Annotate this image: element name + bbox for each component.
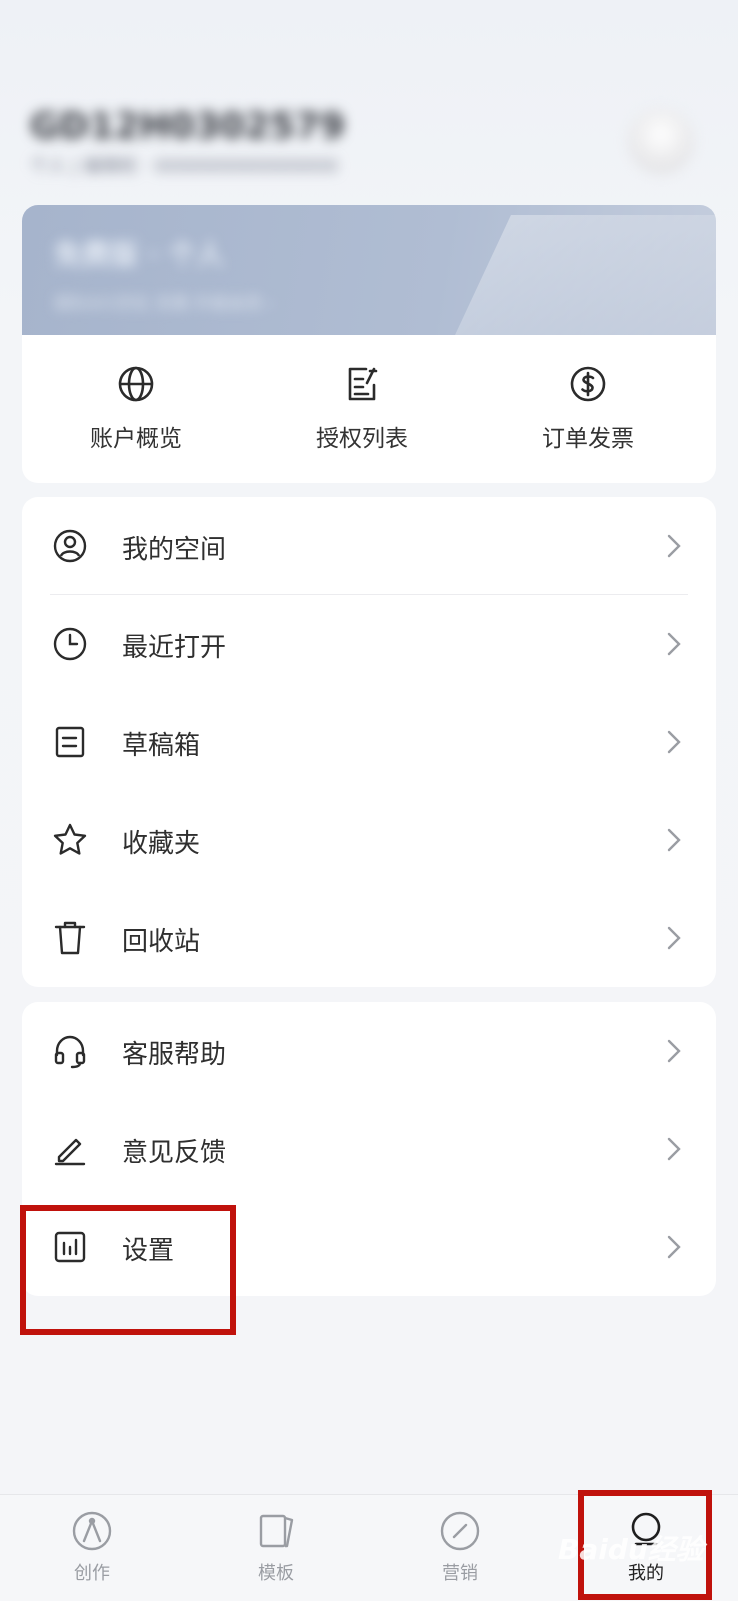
tab-label: 模板 [258, 1563, 294, 1584]
menu-item-recycle-bin[interactable]: 回收站 [22, 889, 716, 987]
quick-actions-card: 账户概览 授权列表 订单发票 [22, 335, 716, 483]
tab-marketing[interactable]: 营销 [400, 1509, 520, 1585]
menu-item-label: 意见反馈 [122, 1138, 227, 1168]
create-icon [72, 1511, 112, 1551]
quick-action-account-overview[interactable]: 账户概览 [46, 363, 226, 463]
menu-item-label: 草稿箱 [122, 731, 201, 761]
pencil-icon [54, 1138, 86, 1166]
clock-icon [53, 627, 87, 661]
menu-card-main: 我的空间 最近打开 草稿箱 收藏夹 回收站 [22, 497, 716, 987]
settings-highlight-box [20, 1205, 236, 1335]
plan-title: 免费版 · 个人 [54, 238, 225, 271]
headset-icon [54, 1035, 86, 1069]
chevron-right-icon [667, 828, 681, 852]
username[interactable]: GD12H0302579 [30, 106, 345, 147]
tab-label: 营销 [442, 1563, 478, 1584]
chevron-right-icon [667, 1039, 681, 1063]
star-icon [53, 823, 87, 855]
menu-item-label: 收藏夹 [122, 829, 201, 859]
menu-item-my-space[interactable]: 我的空间 [22, 497, 716, 595]
menu-item-label: 最近打开 [122, 633, 227, 663]
tab-label: 创作 [74, 1563, 110, 1584]
baidu-watermark: Baidu经验 [558, 1533, 704, 1566]
menu-item-label: 客服帮助 [122, 1040, 227, 1070]
quick-action-label: 账户概览 [90, 426, 182, 452]
chevron-right-icon [667, 1235, 681, 1259]
marketing-icon [440, 1511, 480, 1551]
dollar-circle-icon [570, 366, 606, 402]
menu-item-drafts[interactable]: 草稿箱 [22, 693, 716, 791]
menu-item-favorites[interactable]: 收藏夹 [22, 791, 716, 889]
quick-action-orders-invoices[interactable]: 订单发票 [498, 363, 678, 463]
quick-action-label: 授权列表 [316, 426, 408, 452]
chevron-right-icon [667, 632, 681, 656]
template-icon [259, 1514, 294, 1548]
tab-templates[interactable]: 模板 [216, 1509, 336, 1585]
user-circle-icon [53, 529, 87, 563]
chevron-right-icon [667, 926, 681, 950]
status-bar [0, 0, 738, 80]
plan-banner[interactable]: 免费版 · 个人 团队0/1空位 无限 升级会员 › [22, 205, 716, 335]
avatar[interactable] [628, 108, 694, 174]
trash-icon [54, 921, 86, 955]
account-subtitle: 个人 | 编辑权 · 0000000000000000 [30, 156, 338, 177]
quick-action-authorization-list[interactable]: 授权列表 [272, 363, 452, 463]
tab-create[interactable]: 创作 [32, 1509, 152, 1585]
globe-icon [118, 366, 154, 402]
plan-decoration [441, 215, 716, 335]
menu-item-label: 我的空间 [122, 535, 227, 565]
document-edit-icon [348, 367, 378, 401]
chevron-right-icon [667, 534, 681, 558]
menu-item-customer-help[interactable]: 客服帮助 [22, 1002, 716, 1100]
draft-box-icon [55, 726, 85, 758]
quick-action-label: 订单发票 [542, 426, 634, 452]
profile-header: GD12H0302579 个人 | 编辑权 · 0000000000000000 [0, 90, 738, 190]
chevron-right-icon [667, 1137, 681, 1161]
menu-item-feedback[interactable]: 意见反馈 [22, 1100, 716, 1198]
menu-item-recently-opened[interactable]: 最近打开 [22, 595, 716, 693]
chevron-right-icon [667, 730, 681, 754]
menu-item-label: 回收站 [122, 927, 201, 957]
plan-subtitle: 团队0/1空位 无限 升级会员 › [54, 294, 275, 314]
